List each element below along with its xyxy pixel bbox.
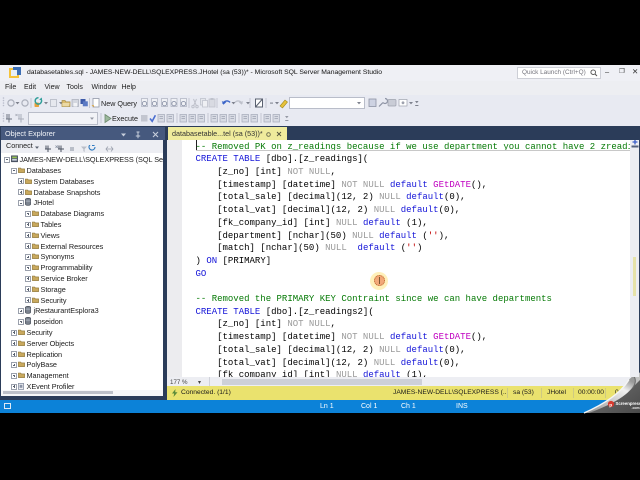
svg-text:.com: .com: [632, 406, 640, 410]
svg-text:p: p: [609, 403, 612, 408]
